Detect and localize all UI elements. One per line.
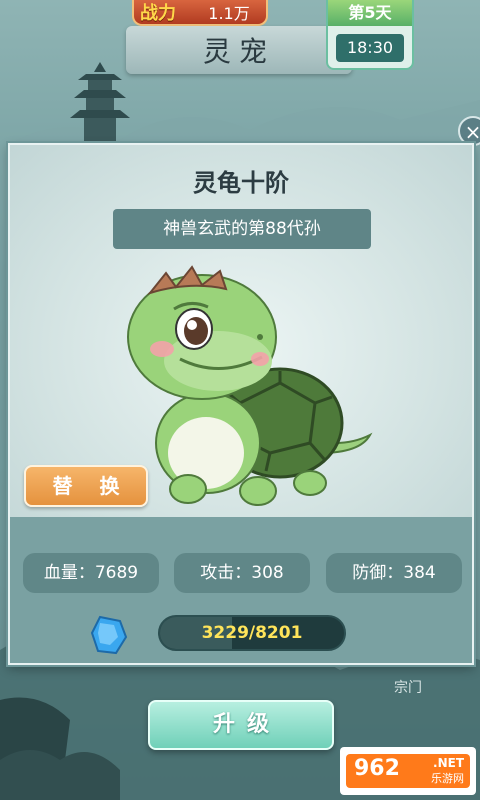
combat-power-badge: 战力 1.1万 — [132, 0, 268, 26]
combat-power-value: 1.1万 — [208, 4, 250, 23]
close-button[interactable]: × — [458, 116, 480, 146]
pagoda-decoration — [70, 62, 130, 152]
pet-panel: 灵龟十阶 神兽玄武的第88代孙 替 换 血量：7689 攻击：308 防御：38… — [8, 143, 474, 665]
day-time-card: 第5天 18:30 — [326, 0, 414, 70]
watermark-logo-sub: 乐游网 — [431, 772, 464, 785]
experience-bar: 3229/8201 — [158, 615, 346, 651]
close-icon: × — [464, 120, 480, 144]
upgrade-button[interactable]: 升级 — [148, 700, 334, 750]
page-title: 灵宠 — [202, 35, 275, 68]
site-watermark: 962 .NET 乐游网 — [340, 747, 476, 795]
day-label: 第5天 — [328, 0, 412, 26]
sect-label[interactable]: 宗门 — [394, 677, 422, 697]
experience-text: 3229/8201 — [201, 623, 303, 643]
stat-attack: 攻击：308 — [174, 553, 310, 593]
gem-icon — [90, 615, 128, 655]
stat-defense: 防御：384 — [326, 553, 462, 593]
clock-time: 18:30 — [336, 34, 404, 62]
pet-name: 灵龟十阶 — [193, 169, 289, 197]
turtle-pet-image — [127, 265, 373, 506]
watermark-logo-suffix: .NET — [433, 756, 464, 770]
stat-hp: 血量：7689 — [23, 553, 159, 593]
swap-pet-button[interactable]: 替 换 — [24, 465, 148, 507]
pet-description: 神兽玄武的第88代孙 — [113, 209, 371, 249]
combat-power-label: 战力 — [140, 3, 176, 24]
page-title-plate: 灵宠 — [126, 26, 352, 74]
watermark-logo-number: 962 — [354, 756, 400, 781]
watermark-logo: 962 .NET 乐游网 — [346, 754, 470, 788]
